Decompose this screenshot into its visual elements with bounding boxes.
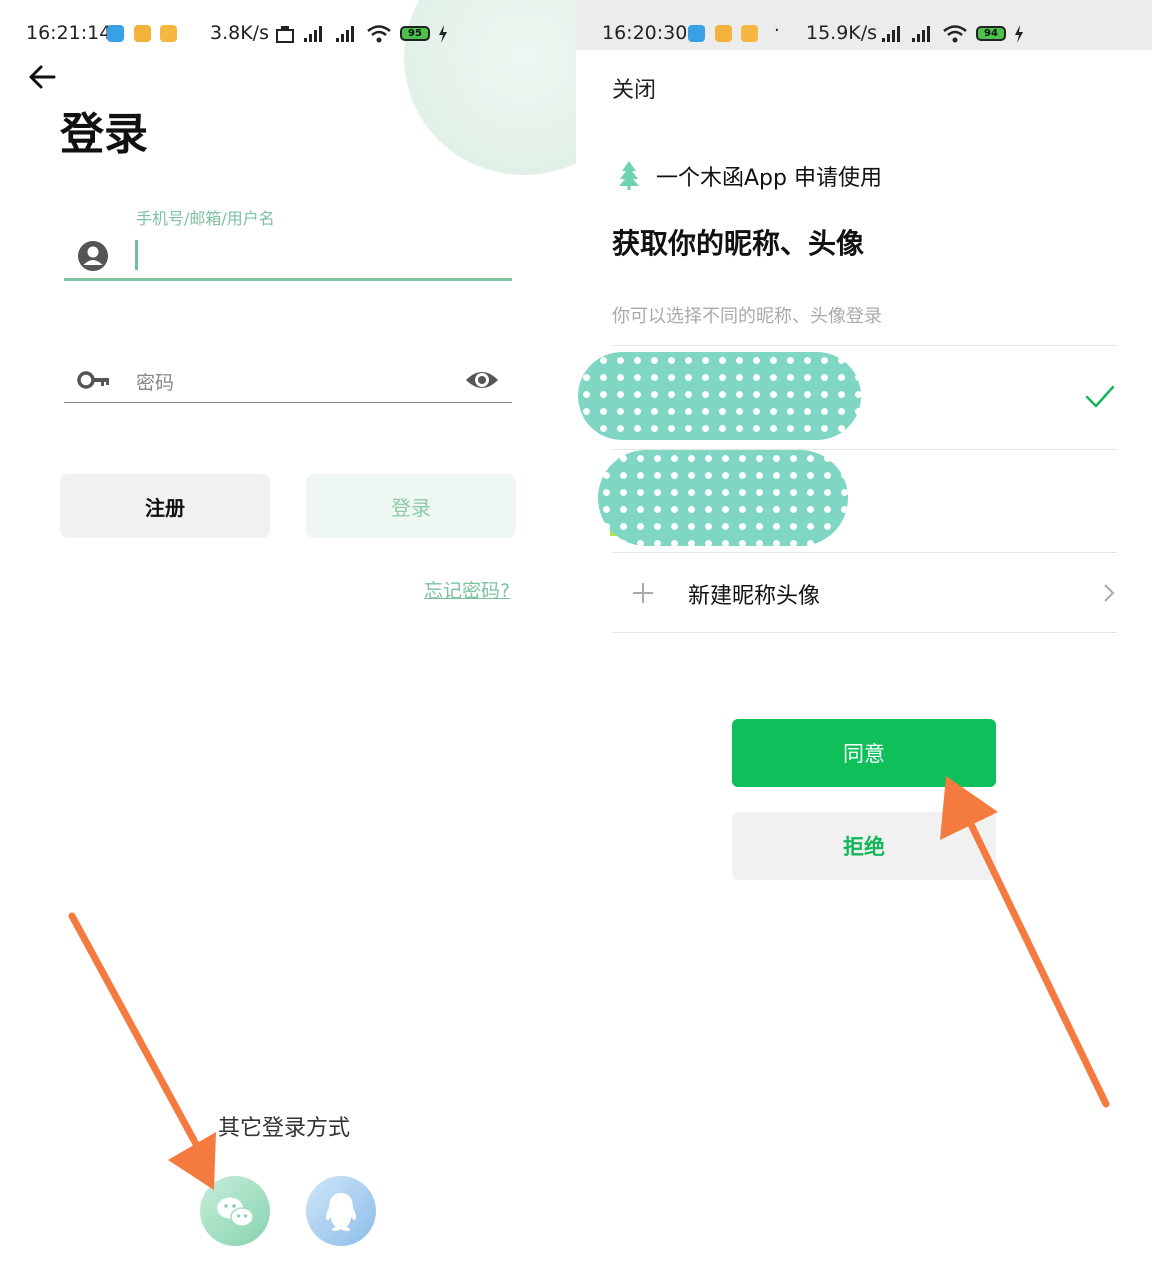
divider [612,552,1117,553]
login-screen: 16:21:14 3.8K/s 95 登录 手机号/邮箱/用户名 密码 注册 登… [0,0,576,1280]
login-button[interactable]: 登录 [306,474,516,538]
key-icon [77,371,109,389]
wifi-icon [943,25,967,43]
status-time: 16:20:30 [602,22,688,44]
app-notification-icon [134,25,151,42]
forgot-password-link[interactable]: 忘记密码? [424,576,510,603]
status-bar: 16:21:14 3.8K/s 95 [0,0,576,50]
signal-2-icon [912,26,930,42]
signal-2-icon [336,26,354,42]
check-icon [1085,385,1115,408]
telegram-icon [688,25,705,42]
note-notification-icon [160,25,177,42]
app-notification-icon [715,25,732,42]
charging-icon [439,25,447,43]
status-time: 16:21:14 [26,22,112,44]
status-bar: 16:20:30 · 15.9K/s 94 [576,0,1152,50]
app-request-text: 一个木函App 申请使用 [656,166,882,191]
charging-icon [1015,25,1023,43]
divider [612,632,1117,633]
redacted-profile [598,450,848,546]
tree-icon [619,161,639,190]
wechat-login-button[interactable] [200,1176,270,1246]
close-button[interactable]: 关闭 [612,72,656,104]
back-arrow-icon[interactable] [26,62,58,92]
battery-level: 95 [400,26,430,41]
authorization-title: 获取你的昵称、头像 [612,227,865,260]
wechat-icon [217,1197,254,1227]
new-profile-label: 新建昵称头像 [688,584,821,609]
chevron-right-icon [1104,584,1115,602]
network-speed: 3.8K/s [210,22,269,44]
username-input[interactable] [135,240,138,270]
username-hint: 手机号/邮箱/用户名 [136,209,275,228]
username-underline [64,278,512,281]
agree-button[interactable]: 同意 [732,719,996,787]
other-login-label: 其它登录方式 [218,1116,351,1141]
page-title: 登录 [60,109,148,160]
plus-icon [633,583,653,603]
authorization-subtitle: 你可以选择不同的昵称、头像登录 [612,306,882,327]
sim-icon [276,26,294,43]
signal-1-icon [882,26,900,42]
qq-login-button[interactable] [306,1176,376,1246]
wifi-icon [367,25,391,43]
signal-1-icon [304,26,322,42]
user-icon [78,241,108,271]
authorization-screen: 16:20:30 · 15.9K/s 94 关闭 一个木函App 申请使用 获取… [576,0,1152,1280]
status-dot: · [774,20,780,41]
refuse-button[interactable]: 拒绝 [732,812,996,880]
register-button[interactable]: 注册 [60,474,270,538]
eye-icon[interactable] [464,366,500,394]
telegram-icon [107,25,124,42]
battery-level: 94 [976,26,1006,41]
redacted-profile [578,352,861,440]
network-speed: 15.9K/s [806,22,878,44]
password-input[interactable]: 密码 [136,368,174,395]
password-underline [64,402,512,403]
note-notification-icon [741,25,758,42]
divider [612,345,1117,346]
qq-icon [325,1193,357,1231]
